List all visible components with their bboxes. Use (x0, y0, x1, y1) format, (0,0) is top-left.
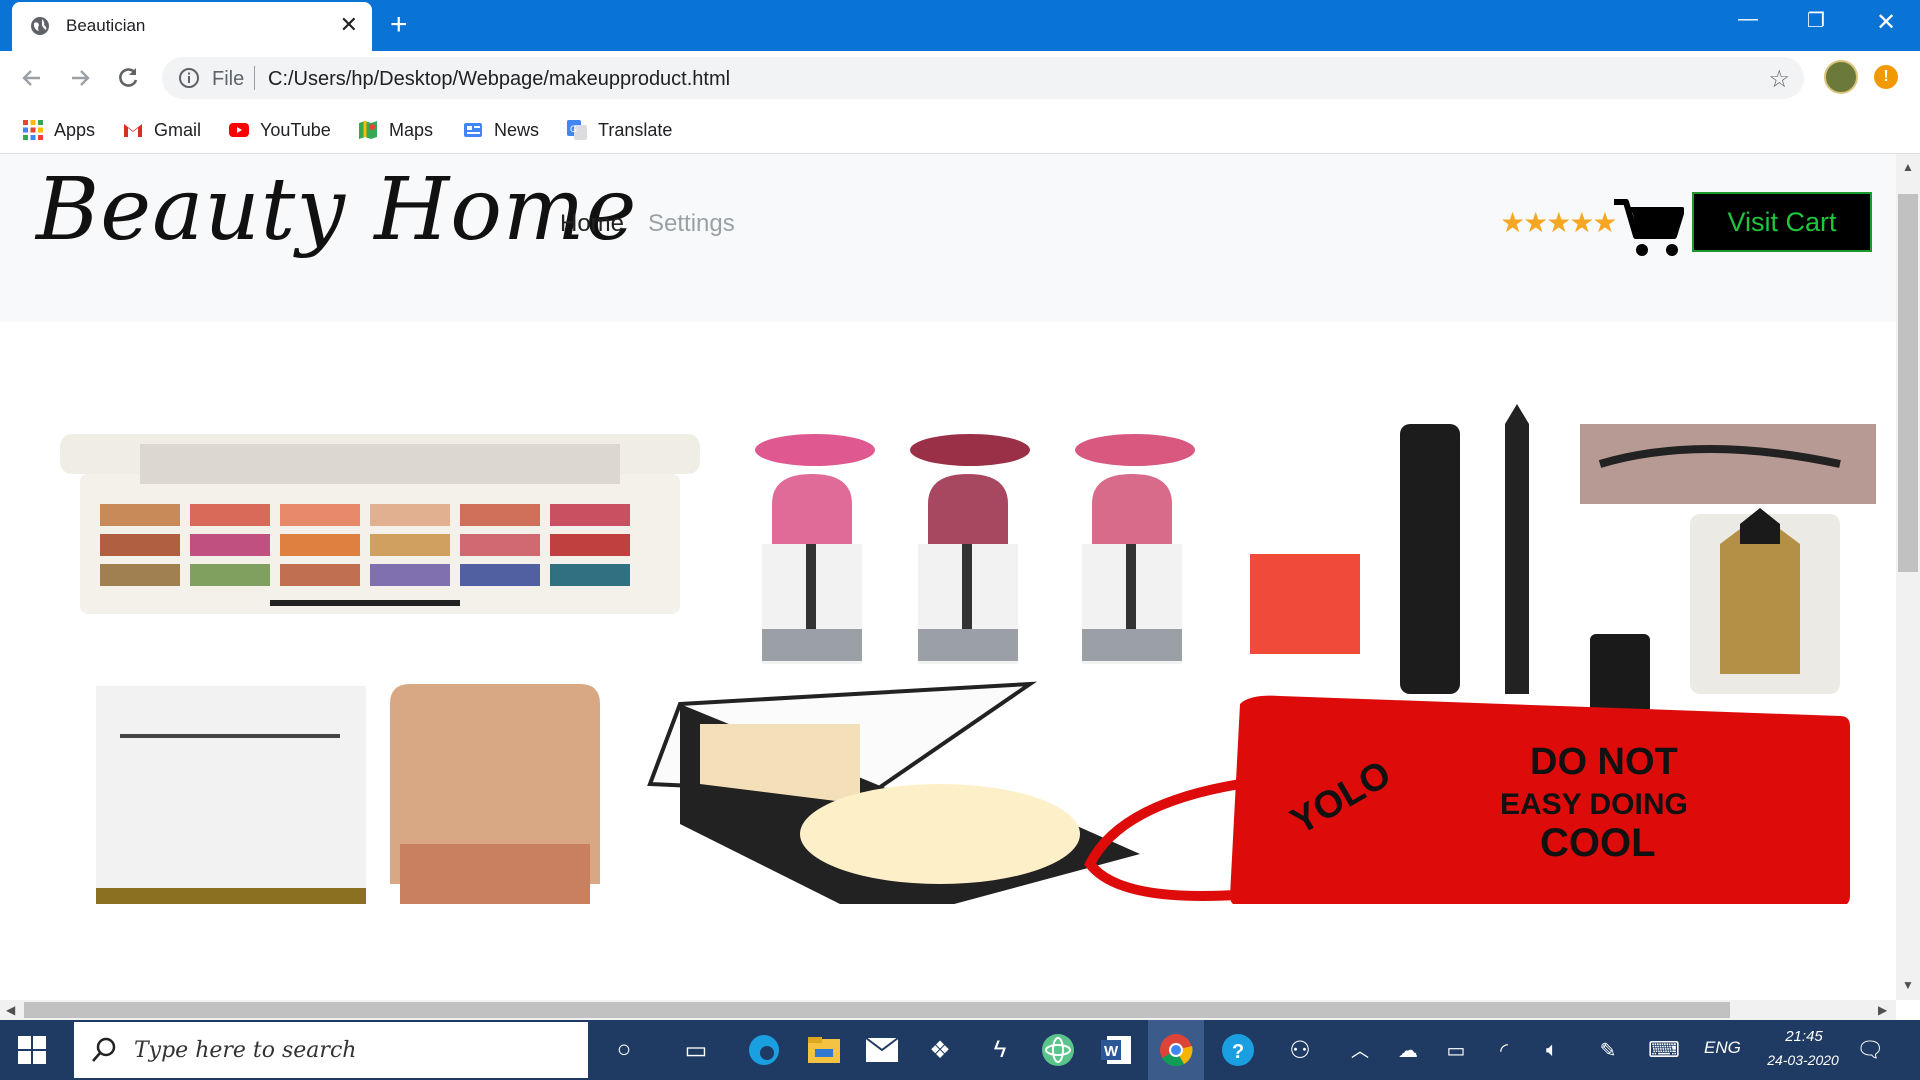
windows-start-icon[interactable] (18, 1036, 46, 1064)
kajal (1690, 508, 1840, 694)
keyboard-icon[interactable]: ⌨ (1646, 1032, 1682, 1068)
close-window-icon[interactable]: ✕ (1866, 8, 1906, 37)
rating-stars: ★★★★★ (1500, 207, 1618, 238)
bookmark-label: Apps (54, 119, 96, 140)
news-icon (464, 123, 482, 137)
compact-powder (647, 681, 1140, 904)
maps-icon (359, 121, 377, 139)
svg-text:COOL: COOL (1540, 821, 1656, 865)
cortana-icon[interactable]: ○ (606, 1032, 642, 1068)
eyeshadow-palette (60, 434, 700, 614)
bookmark-label: News (494, 119, 540, 140)
bookmark-label: Maps (389, 119, 434, 140)
address-separator (254, 66, 255, 90)
youtube-icon (229, 123, 249, 137)
search-placeholder: Type here to search (134, 1038, 357, 1063)
tab-close-icon[interactable]: ✕ (340, 12, 358, 38)
svg-text:EASY DOING: EASY DOING (1500, 788, 1688, 821)
onedrive-icon[interactable]: ☁ (1390, 1032, 1426, 1068)
makeup-products-image: YOLO DO NOT EASY DOING COOL (60, 404, 1876, 904)
browser-tab[interactable]: Beautician ✕ (12, 2, 372, 51)
translate-icon: G (567, 120, 587, 140)
search-icon (92, 1037, 116, 1062)
scroll-up-arrow-icon[interactable]: ▲ (1902, 160, 1914, 174)
globe-icon (31, 17, 49, 35)
bookmark-maps[interactable]: Maps (357, 119, 433, 141)
foundation-box (96, 686, 366, 904)
nav-link-settings[interactable]: Settings (648, 210, 735, 238)
svg-text:G: G (570, 124, 577, 134)
show-hidden-icons-icon[interactable]: ︿ (1342, 1032, 1378, 1068)
bookmark-gmail[interactable]: Gmail (122, 119, 201, 141)
svg-text:?: ? (1232, 1041, 1244, 1063)
forward-arrow-icon[interactable] (66, 64, 94, 92)
gmail-icon (124, 124, 142, 137)
chrome-icon[interactable] (1158, 1032, 1194, 1068)
restore-icon[interactable]: ❐ (1796, 8, 1836, 33)
clock-time[interactable]: 21:45 (1772, 1028, 1836, 1045)
tab-title: Beautician (66, 16, 146, 35)
bookmark-label: Translate (598, 119, 673, 140)
scroll-right-arrow-icon[interactable]: ▶ (1878, 1003, 1887, 1017)
dropbox-icon[interactable]: ❖ (922, 1032, 958, 1068)
bookmark-label: YouTube (260, 119, 331, 140)
notifications-icon[interactable]: 🗨︎ (1852, 1032, 1888, 1068)
address-scheme: File (212, 68, 245, 90)
nav-link-home[interactable]: Home (560, 210, 624, 238)
site-logo[interactable]: Beauty Home (36, 160, 637, 260)
foundation-tube (390, 684, 600, 904)
bookmark-label: Gmail (154, 119, 202, 140)
edge-icon[interactable] (746, 1032, 782, 1068)
task-view-icon[interactable]: ▭ (678, 1032, 714, 1068)
scroll-left-arrow-icon[interactable]: ◀ (6, 1003, 15, 1017)
reload-icon[interactable] (114, 64, 142, 92)
bookmark-youtube[interactable]: YouTube (228, 119, 331, 141)
red-pouch: YOLO DO NOT EASY DOING COOL (1084, 695, 1850, 904)
battery-icon[interactable]: ▭ (1438, 1032, 1474, 1068)
bookmark-star-icon[interactable]: ☆ (1768, 65, 1790, 94)
new-tab-icon[interactable]: + (390, 8, 408, 42)
web-page: Beauty Home Home Settings ★★★★★ Visit Ca… (0, 154, 1896, 1000)
info-icon[interactable] (178, 67, 200, 89)
bookmark-news[interactable]: News (462, 119, 539, 141)
help-icon[interactable]: ? (1220, 1032, 1256, 1068)
wifi-icon[interactable]: ◜ (1486, 1032, 1522, 1068)
svg-text:W: W (1104, 1043, 1119, 1060)
language-indicator[interactable]: ENG (1704, 1038, 1741, 1058)
scroll-down-arrow-icon[interactable]: ▼ (1902, 978, 1914, 992)
lipsticks (755, 434, 1195, 664)
profile-avatar[interactable] (1824, 60, 1858, 94)
vertical-scroll-thumb[interactable] (1898, 194, 1918, 572)
bookmark-apps[interactable]: Apps (22, 119, 95, 141)
apps-grid-icon (23, 120, 43, 140)
minimize-icon[interactable]: — (1728, 8, 1768, 31)
app-icon[interactable]: ϟ (982, 1032, 1018, 1068)
bookmark-translate[interactable]: G Translate (566, 119, 672, 141)
bookmarks-bar: Apps Gmail YouTube Maps News G Translate (0, 107, 1920, 154)
clock-date[interactable]: 24-03-2020 (1758, 1052, 1848, 1068)
windows-taskbar: Type here to search ○ ▭ ❖ ϟ W ? ⚇ ︿ ☁ ▭ … (0, 1020, 1920, 1080)
people-icon[interactable]: ⚇ (1282, 1032, 1318, 1068)
shopping-cart-icon[interactable] (1612, 196, 1684, 258)
update-alert-icon[interactable]: ! (1874, 65, 1898, 89)
mail-icon[interactable] (864, 1032, 900, 1068)
atom-icon[interactable] (1040, 1032, 1076, 1068)
volume-icon[interactable]: 🔈︎ (1534, 1032, 1570, 1068)
visit-cart-button[interactable]: Visit Cart (1692, 192, 1872, 252)
svg-text:DO NOT: DO NOT (1530, 741, 1678, 783)
address-url[interactable]: C:/Users/hp/Desktop/Webpage/makeupproduc… (268, 68, 730, 91)
horizontal-scroll-thumb[interactable] (24, 1002, 1730, 1018)
file-explorer-icon[interactable] (806, 1032, 842, 1068)
pen-icon[interactable]: ✎ (1590, 1032, 1626, 1068)
back-arrow-icon[interactable] (18, 64, 46, 92)
address-bar[interactable]: File C:/Users/hp/Desktop/Webpage/makeupp… (162, 57, 1804, 99)
taskbar-search-box[interactable]: Type here to search (74, 1022, 588, 1078)
word-icon[interactable]: W (1098, 1032, 1134, 1068)
